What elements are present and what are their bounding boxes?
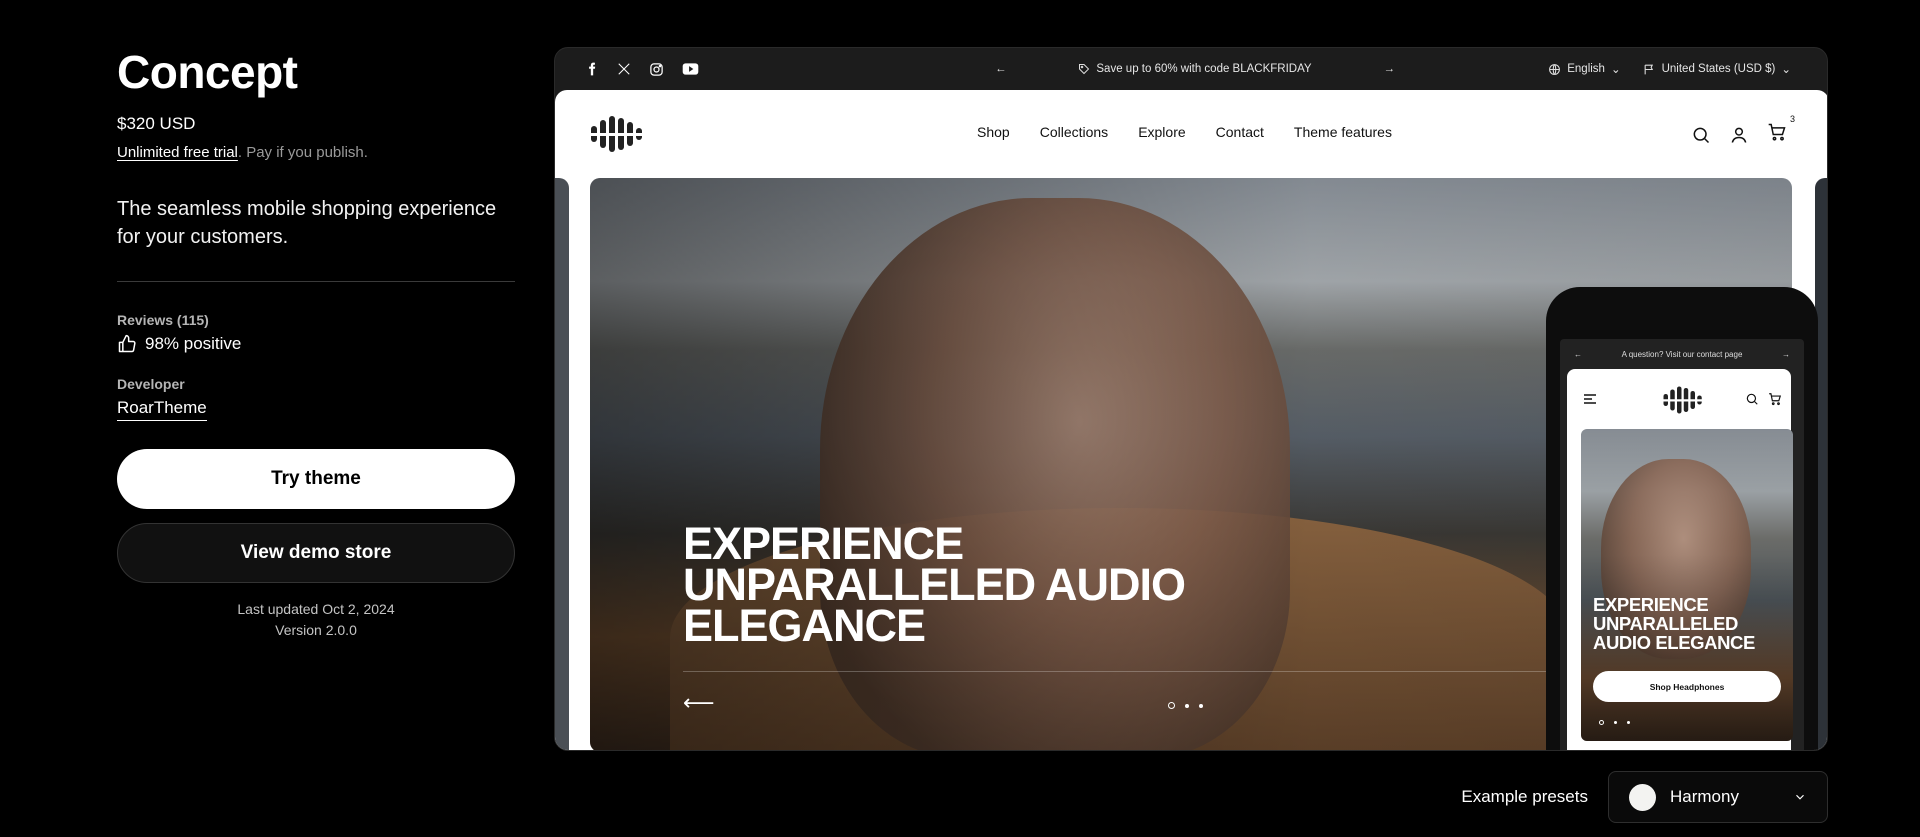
mobile-hero-title: EXPERIENCE UNPARALLELED AUDIO ELEGANCE [1593, 595, 1755, 652]
mobile-hero: EXPERIENCE UNPARALLELED AUDIO ELEGANCE S… [1581, 429, 1793, 741]
trial-info: Unlimited free trial. Pay if you publish… [117, 144, 515, 161]
hero-title-line: EXPERIENCE [683, 518, 964, 569]
slide-dot-3[interactable] [1627, 721, 1630, 724]
flag-icon [1644, 64, 1653, 74]
currency-selector[interactable]: United States (USD $) ⌄ [1643, 62, 1791, 76]
last-updated: Last updated Oct 2, 2024 [237, 601, 395, 617]
divider [117, 281, 515, 282]
chevron-down-icon: ⌄ [1610, 64, 1621, 76]
theme-tagline: The seamless mobile shopping experience … [117, 198, 497, 248]
theme-price: $320 USD [117, 114, 196, 133]
hero-title: EXPERIENCE UNPARALLELED AUDIO ELEGANCE [683, 518, 1223, 651]
preset-swatch [1629, 783, 1656, 811]
store-logo[interactable] [1661, 385, 1705, 415]
currency-label: United States (USD $) [1661, 63, 1776, 75]
mobile-announcement-bar: ← A question? Visit our contact page → [1560, 339, 1804, 369]
globe-icon [1549, 63, 1561, 75]
x-icon[interactable] [617, 62, 631, 76]
mobile-screen: ← A question? Visit our contact page → E… [1560, 339, 1804, 750]
reviews-label: Reviews (115) [117, 312, 209, 328]
slide-dots [1168, 702, 1203, 709]
locale-selectors: English ⌄ United States (USD $) ⌄ [1548, 62, 1791, 76]
cart-icon [1768, 123, 1786, 141]
menu-icon[interactable] [1583, 393, 1597, 405]
nav-shop[interactable]: Shop [977, 124, 1010, 140]
slide-dot-3[interactable] [1199, 703, 1203, 708]
theme-meta: Last updated Oct 2, 2024 Version 2.0.0 [117, 599, 515, 641]
search-icon[interactable] [1691, 125, 1711, 145]
header-icons: 3 [1691, 114, 1795, 147]
nav-collections[interactable]: Collections [1040, 124, 1108, 140]
mobile-preview: ← A question? Visit our contact page → E… [1546, 287, 1818, 750]
developer-link[interactable]: RoarTheme [117, 398, 207, 421]
announcement-bar: ← Save up to 60% with code BLACKFRIDAY →… [555, 48, 1827, 90]
developer-section: Developer RoarTheme [117, 376, 515, 421]
theme-info-panel: Concept $320 USD Unlimited free trial. P… [117, 44, 515, 641]
chevron-down-icon [1796, 794, 1804, 800]
arrow-left-icon[interactable]: ← [1574, 350, 1582, 359]
store-logo[interactable] [589, 114, 645, 154]
example-presets: Example presets Harmony [1461, 771, 1828, 823]
hero-title-line: UNPARALLELED AUDIO [683, 559, 1186, 610]
arrow-right-icon[interactable]: → [1782, 350, 1790, 359]
presets-label: Example presets [1461, 787, 1588, 806]
slide-dot-2[interactable] [1185, 703, 1189, 708]
store-header: Shop Collections Explore Contact Theme f… [555, 90, 1827, 178]
slide-dot-2[interactable] [1614, 721, 1617, 724]
slide-dot-1[interactable] [1168, 702, 1175, 709]
reviews-summary[interactable]: 98% positive [117, 334, 515, 354]
cart-icon[interactable] [1768, 392, 1782, 406]
nav-explore[interactable]: Explore [1138, 124, 1185, 140]
nav-theme-features[interactable]: Theme features [1294, 124, 1392, 140]
cart-button[interactable]: 3 [1767, 114, 1795, 147]
developer-label: Developer [117, 376, 185, 392]
tag-icon [1079, 64, 1090, 75]
language-selector[interactable]: English ⌄ [1548, 62, 1621, 76]
desktop-preview: ← Save up to 60% with code BLACKFRIDAY →… [554, 47, 1828, 751]
mobile-hero-title-line: EXPERIENCE [1593, 594, 1709, 615]
view-demo-store-button[interactable]: View demo store [117, 523, 515, 583]
social-links [585, 62, 699, 77]
hero-title-line: ELEGANCE [683, 600, 926, 651]
try-theme-button[interactable]: Try theme [117, 449, 515, 509]
main-nav: Shop Collections Explore Contact Theme f… [977, 124, 1392, 140]
account-icon[interactable] [1729, 125, 1749, 145]
announcement-text: Save up to 60% with code BLACKFRIDAY [1096, 63, 1312, 75]
thumbs-up-icon [118, 334, 136, 353]
chevron-down-icon: ⌄ [1781, 64, 1791, 76]
arrow-left-icon[interactable]: ← [995, 63, 1007, 75]
search-icon[interactable] [1745, 392, 1759, 406]
announcement: Save up to 60% with code BLACKFRIDAY [1078, 63, 1312, 75]
trial-note: . Pay if you publish. [237, 144, 368, 161]
cart-count: 3 [1789, 114, 1795, 124]
theme-title: Concept [117, 46, 298, 98]
slide-dot-1[interactable] [1599, 720, 1604, 725]
reviews-section: Reviews (115) 98% positive [117, 312, 515, 354]
store-page: Shop Collections Explore Contact Theme f… [555, 90, 1827, 750]
mobile-slide-dots [1599, 720, 1630, 725]
free-trial-link[interactable]: Unlimited free trial [117, 144, 238, 161]
version: Version 2.0.0 [275, 622, 357, 638]
youtube-icon[interactable] [682, 62, 699, 76]
preset-selected: Harmony [1670, 787, 1739, 806]
arrow-right-icon[interactable]: → [1383, 63, 1395, 75]
facebook-icon[interactable] [585, 62, 599, 76]
mobile-announcement-text: A question? Visit our contact page [1621, 349, 1743, 359]
mobile-hero-title-line: UNPARALLELED [1593, 613, 1738, 634]
instagram-icon[interactable] [649, 62, 664, 77]
slide-prev-arrow-icon[interactable]: ⟵ [683, 690, 715, 716]
nav-contact[interactable]: Contact [1216, 124, 1264, 140]
previous-slide-peek [555, 178, 569, 750]
shop-headphones-button[interactable]: Shop Headphones [1593, 671, 1781, 702]
reviews-positive: 98% positive [145, 334, 242, 353]
language-label: English [1567, 63, 1605, 75]
announcement-carousel: ← Save up to 60% with code BLACKFRIDAY → [995, 63, 1395, 75]
mobile-hero-title-line: AUDIO ELEGANCE [1593, 632, 1755, 653]
preset-dropdown[interactable]: Harmony [1608, 771, 1828, 823]
mobile-header [1567, 369, 1791, 429]
